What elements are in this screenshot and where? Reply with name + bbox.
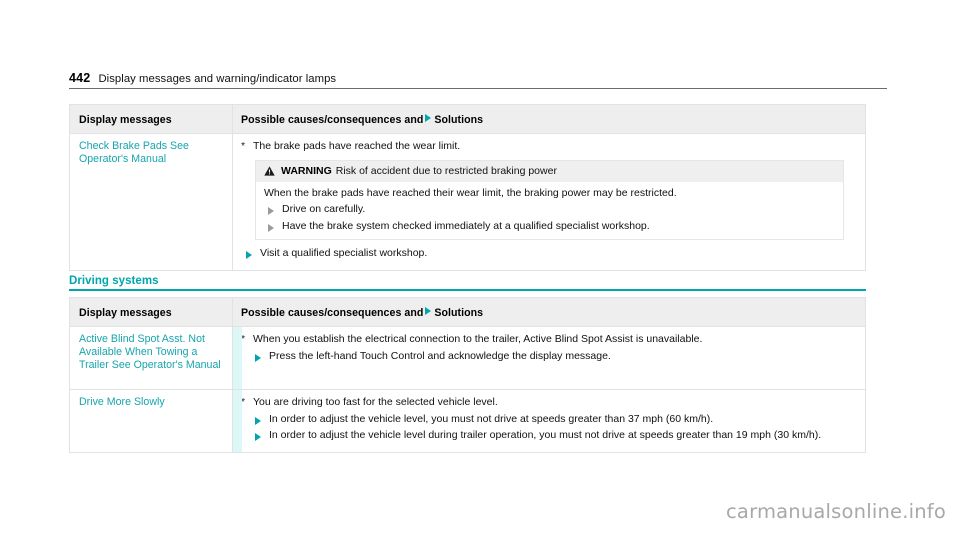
header-divider (69, 88, 887, 89)
warning-body: When the brake pads have reached their w… (256, 182, 843, 240)
triangle-right-icon (268, 207, 274, 216)
column-header-causes: Possible causes/consequences and (241, 307, 424, 319)
cell-display-message: Check Brake Pads See Operator's Manual (70, 134, 233, 270)
triangle-right-icon (268, 223, 274, 232)
cell-display-message: Active Blind Spot Asst. Not Available Wh… (70, 327, 233, 389)
warning-step-text: Drive on carefully. (282, 203, 366, 216)
triangle-right-icon (425, 307, 432, 315)
table-header-cell-causes: Possible causes/consequences and Solution… (233, 298, 865, 326)
page-header: 442 Display messages and warning/indicat… (69, 71, 887, 85)
column-header-display-messages: Display messages (79, 307, 172, 319)
display-messages-table-1: Display messages Possible causes/consequ… (69, 104, 866, 271)
table-row: Active Blind Spot Asst. Not Available Wh… (70, 327, 865, 390)
warning-step: Drive on carefully. (264, 203, 835, 217)
section-heading-driving-systems: Driving systems (69, 275, 866, 291)
watermark: carmanualsonline.info (726, 500, 946, 523)
solution-step: Visit a qualified specialist workshop. (241, 247, 855, 261)
warning-triangle-icon (264, 166, 275, 176)
column-header-causes: Possible causes/consequences and (241, 114, 424, 126)
warning-label: WARNING (281, 164, 332, 177)
solution-step-text: Visit a qualified specialist workshop. (260, 247, 428, 260)
page-title: Display messages and warning/indicator l… (98, 73, 337, 85)
cause-line: * The brake pads have reached the wear l… (241, 140, 855, 154)
warning-box: WARNING Risk of accident due to restrict… (255, 159, 844, 241)
triangle-right-icon (425, 114, 432, 122)
column-header-solutions: Solutions (434, 114, 484, 126)
triangle-right-icon (246, 251, 252, 260)
document-page: 442 Display messages and warning/indicat… (0, 0, 960, 533)
solution-step-text: In order to adjust the vehicle level dur… (269, 429, 822, 442)
warning-step-text: Have the brake system checked immediatel… (282, 219, 650, 232)
table-header-cell-causes: Possible causes/consequences and Solution… (233, 105, 865, 133)
warning-header: WARNING Risk of accident due to restrict… (256, 160, 843, 182)
cause-line: * When you establish the electrical conn… (241, 333, 855, 347)
cause-line: * You are driving too fast for the selec… (241, 396, 855, 410)
cell-cause-solution: * The brake pads have reached the wear l… (233, 134, 865, 270)
table-row: Check Brake Pads See Operator's Manual *… (70, 134, 865, 270)
section-heading-text: Driving systems (69, 275, 159, 287)
warning-body-text: When the brake pads have reached their w… (264, 186, 677, 199)
solution-step: In order to adjust the vehicle level dur… (241, 429, 855, 443)
warning-title: Risk of accident due to restricted braki… (335, 164, 557, 177)
display-message-text: Check Brake Pads See Operator's Manual (79, 140, 189, 166)
cell-display-message: Drive More Slowly (70, 390, 233, 452)
cause-text: The brake pads have reached the wear lim… (253, 140, 461, 152)
column-header-solutions: Solutions (434, 307, 484, 319)
solution-step-text: Press the left-hand Touch Control and ac… (269, 349, 611, 362)
asterisk-bullet: * (241, 333, 246, 345)
triangle-right-icon (255, 353, 261, 362)
table-header-cell-messages: Display messages (70, 105, 233, 133)
display-message-text: Drive More Slowly (79, 396, 165, 408)
cell-cause-solution: * When you establish the electrical conn… (233, 327, 865, 389)
table-header-row: Display messages Possible causes/consequ… (70, 298, 865, 327)
page-number: 442 (69, 71, 91, 85)
triangle-right-icon (255, 416, 261, 425)
table-row: Drive More Slowly * You are driving too … (70, 390, 865, 452)
asterisk-bullet: * (241, 396, 246, 408)
warning-step: Have the brake system checked immediatel… (264, 220, 835, 234)
cause-text: When you establish the electrical connec… (253, 333, 703, 345)
display-messages-table-2: Display messages Possible causes/consequ… (69, 297, 866, 453)
table-header-cell-messages: Display messages (70, 298, 233, 326)
display-message-text: Active Blind Spot Asst. Not Available Wh… (79, 333, 221, 372)
column-header-display-messages: Display messages (79, 114, 172, 126)
triangle-right-icon (255, 433, 261, 442)
cell-cause-solution: * You are driving too fast for the selec… (233, 390, 865, 452)
solution-step: In order to adjust the vehicle level, yo… (241, 413, 855, 427)
table-header-row: Display messages Possible causes/consequ… (70, 105, 865, 134)
solution-step-text: In order to adjust the vehicle level, yo… (269, 412, 714, 425)
cause-text: You are driving too fast for the selecte… (253, 396, 498, 408)
section-heading-rule (69, 289, 866, 291)
asterisk-bullet: * (241, 140, 246, 152)
solution-step: Press the left-hand Touch Control and ac… (241, 350, 855, 364)
